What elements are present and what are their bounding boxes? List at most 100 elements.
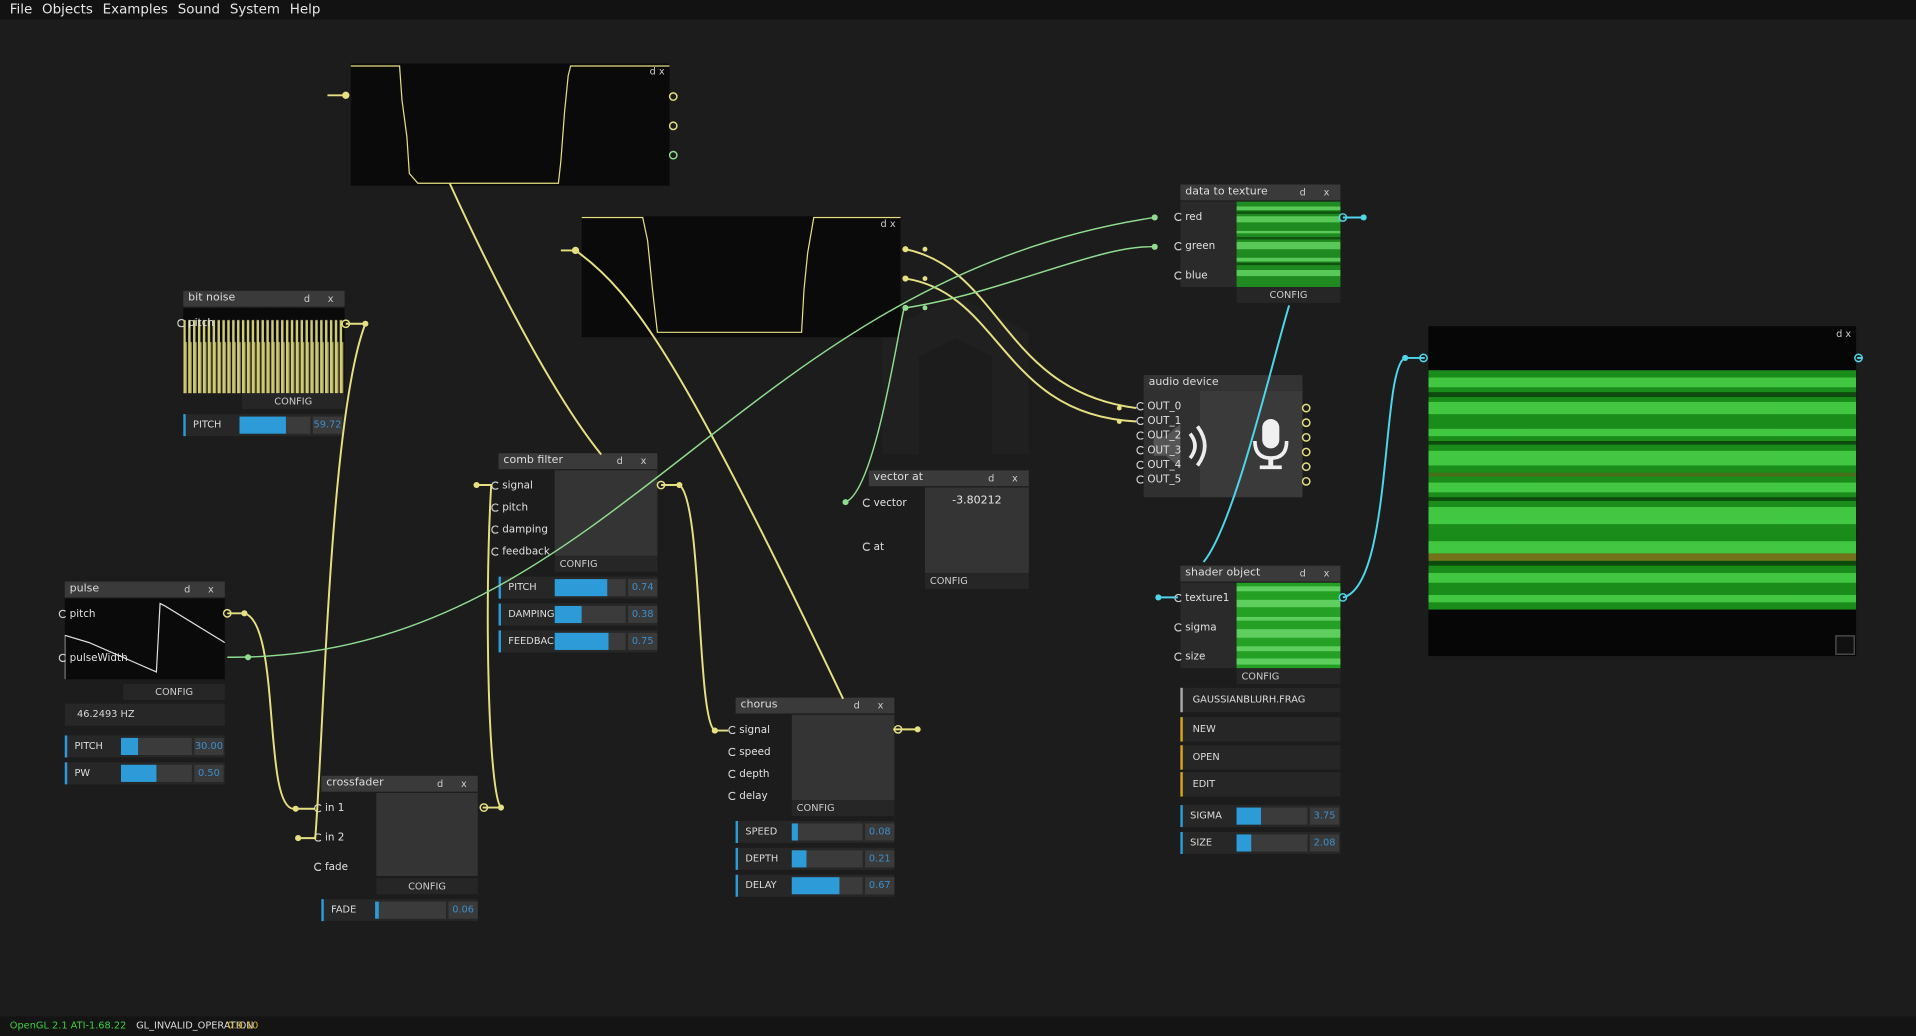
port-out-1[interactable]: OUT_1 (1136, 415, 1181, 428)
menu-help[interactable]: Help (285, 0, 325, 20)
scope-waveform (581, 216, 901, 333)
port-out-4[interactable]: OUT_4 (1136, 459, 1181, 472)
port-fade[interactable]: fade (314, 861, 348, 874)
port-signal[interactable]: signal (491, 480, 533, 492)
menu-system[interactable]: System (225, 0, 285, 20)
edit-button[interactable]: EDIT (1180, 772, 1341, 797)
scope-node-middle[interactable]: d x (581, 216, 901, 338)
scope-display (350, 63, 670, 186)
port-out-0[interactable]: OUT_0 (1136, 401, 1181, 413)
config-button[interactable]: CONFIG (791, 800, 895, 817)
pitch-slider[interactable]: PITCH 59.72 (183, 414, 345, 437)
delay-slider[interactable]: DELAY 0.67 (735, 874, 895, 897)
config-button[interactable]: CONFIG (1236, 668, 1341, 685)
feedback-slider[interactable]: FEEDBACK 0.75 (498, 630, 658, 653)
config-button[interactable]: CONFIG (924, 572, 1029, 589)
port-red[interactable]: red (1174, 211, 1202, 224)
node-header[interactable]: bit noise d x (183, 290, 345, 307)
node-header[interactable]: chorus d x (735, 697, 895, 714)
menu-bar: File Objects Examples Sound System Help (0, 0, 1916, 20)
menu-objects[interactable]: Objects (37, 0, 98, 20)
node-header[interactable]: pulse d x (64, 581, 225, 598)
new-button[interactable]: NEW (1180, 717, 1341, 742)
menu-sound[interactable]: Sound (173, 0, 225, 20)
port-sigma[interactable]: sigma (1174, 622, 1217, 634)
port-at[interactable]: at (862, 541, 884, 553)
vector-at-panel: -3.80212 (924, 487, 1029, 573)
vector-at-node[interactable]: vector at d x -3.80212 vector at CONFIG (862, 470, 1029, 589)
pulse-node[interactable]: pulse d x pitch pulseWidth CONFIG 46.2493… (58, 581, 226, 787)
pitch-slider[interactable]: PITCH 30.00 (64, 735, 225, 758)
sigma-slider[interactable]: SIGMA 3.75 (1180, 805, 1341, 828)
port-out-2[interactable]: OUT_2 (1136, 430, 1181, 442)
open-button[interactable]: OPEN (1180, 745, 1341, 770)
port-pulsewidth[interactable]: pulseWidth (58, 652, 128, 665)
crossfader-node[interactable]: crossfader d x in 1 in 2 fade CONFIG FADE… (314, 775, 478, 923)
status-bar: OpenGL 2.1 ATI-1.68.22 GL_INVALID_OPERATI… (0, 1016, 1916, 1036)
menu-file[interactable]: File (0, 0, 37, 20)
node-header[interactable]: shader object d x (1180, 565, 1341, 582)
comb-filter-panel (554, 470, 658, 556)
node-controls[interactable]: d x (1836, 329, 1851, 340)
port-vector[interactable]: vector (862, 497, 907, 509)
vector-value: -3.80212 (952, 494, 1002, 508)
port-depth[interactable]: depth (728, 768, 769, 781)
port-size[interactable]: size (1174, 651, 1205, 663)
shader-object-node[interactable]: shader object d x texture1 sigma size CON… (1174, 565, 1341, 857)
speed-slider[interactable]: SPEED 0.08 (735, 820, 895, 843)
bit-noise-node[interactable]: bit noise d x pitch CONFIG PITCH 59.72 (177, 290, 345, 440)
damping-slider[interactable]: DAMPING 0.38 (498, 603, 658, 626)
resize-handle[interactable] (1835, 635, 1855, 655)
port-delay[interactable]: delay (728, 790, 768, 803)
data-to-texture-node[interactable]: data to texture d x red green blue CONFIG (1174, 184, 1341, 303)
node-header[interactable]: vector at d x (868, 470, 1029, 487)
depth-slider[interactable]: DEPTH 0.21 (735, 847, 895, 870)
size-slider[interactable]: SIZE 2.08 (1180, 831, 1341, 854)
node-header[interactable]: data to texture d x (1180, 184, 1341, 201)
frequency-readout: 46.2493 HZ (64, 703, 225, 726)
port-out-3[interactable]: OUT_3 (1136, 445, 1181, 457)
scope-waveform (350, 65, 670, 184)
node-header[interactable]: crossfader d x (321, 775, 478, 792)
node-controls[interactable]: d x (650, 66, 665, 77)
port-texture1[interactable]: texture1 (1174, 593, 1229, 605)
comb-filter-node[interactable]: comb filter d x signal pitch damping feed… (491, 453, 658, 653)
port-feedback[interactable]: feedback (491, 546, 550, 558)
pw-slider[interactable]: PW 0.50 (64, 762, 225, 785)
port-in-2[interactable]: in 2 (314, 832, 344, 844)
texture-viewer-node[interactable]: d x (1428, 326, 1857, 657)
port-speed[interactable]: speed (728, 746, 771, 759)
crossfader-panel (376, 792, 478, 876)
scope-display (581, 216, 901, 338)
gl-version: OpenGL 2.1 ATI-1.68.22 (9, 1020, 127, 1032)
pitch-slider[interactable]: PITCH 0.74 (498, 576, 658, 599)
port-blue[interactable]: blue (1174, 270, 1208, 282)
menu-examples[interactable]: Examples (98, 0, 173, 20)
port-signal[interactable]: signal (728, 724, 770, 737)
shader-file-button[interactable]: GAUSSIANBLURH.FRAG (1180, 687, 1341, 713)
scope-node-top[interactable]: d x (350, 63, 670, 186)
audio-device-node[interactable]: audio device OUT_0 OUT_1 OUT_2 OUT_3 OUT… (1136, 375, 1303, 498)
texture-preview (1236, 201, 1341, 288)
port-pitch[interactable]: pitch (491, 502, 528, 514)
texture-output-image (1428, 370, 1857, 610)
config-button[interactable]: CONFIG (554, 555, 658, 572)
node-header[interactable]: comb filter d x (498, 453, 658, 470)
port-green[interactable]: green (1174, 241, 1215, 253)
port-damping[interactable]: damping (491, 524, 548, 536)
port-out-5[interactable]: OUT_5 (1136, 474, 1181, 486)
node-header[interactable]: audio device (1143, 375, 1303, 391)
chorus-node[interactable]: chorus d x signal speed depth delay CONFI… (728, 697, 895, 898)
port-pitch[interactable]: pitch (58, 608, 95, 621)
node-controls[interactable]: d x (881, 219, 896, 230)
config-button[interactable]: CONFIG (1236, 287, 1341, 303)
config-button[interactable]: CONFIG (376, 878, 478, 895)
config-button[interactable]: CONFIG (123, 684, 225, 701)
shader-preview (1236, 582, 1341, 669)
version-overlay: 0.9.10 (227, 1020, 259, 1032)
port-in-1[interactable]: in 1 (314, 803, 344, 815)
fade-slider[interactable]: FADE 0.06 (321, 899, 478, 922)
chorus-panel (791, 714, 895, 801)
port-pitch[interactable]: pitch (177, 318, 214, 330)
config-button[interactable]: CONFIG (241, 393, 345, 410)
